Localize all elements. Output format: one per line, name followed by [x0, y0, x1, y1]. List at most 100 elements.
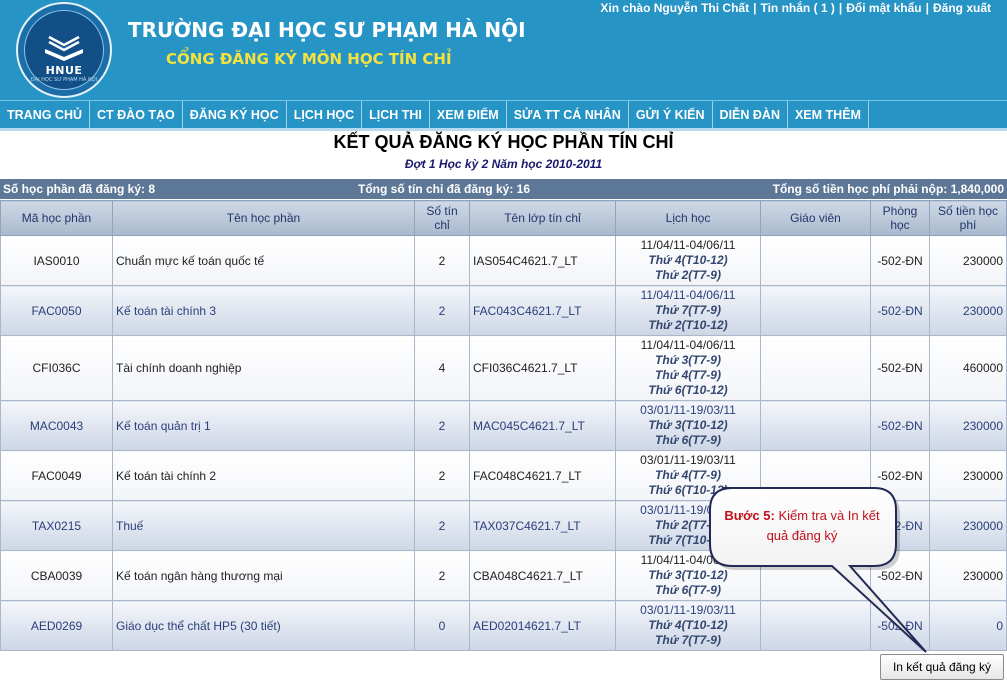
- course-code: AED0269: [0, 600, 113, 651]
- fee-total: Tổng số tiền học phí phải nộp: 1,840,000: [772, 182, 1004, 196]
- fee: 230000: [929, 550, 1007, 601]
- col-header: Tên lớp tín chỉ: [469, 200, 616, 236]
- course-credits: 2: [414, 450, 470, 501]
- table-row: IAS0010 Chuẩn mực kế toán quốc tế 2 IAS0…: [0, 235, 1007, 286]
- nav-edit-profile[interactable]: SỬA TT CÁ NHÂN: [507, 101, 629, 128]
- nav-curriculum[interactable]: CT ĐÀO TẠO: [90, 101, 183, 128]
- nav-exam-schedule[interactable]: LỊCH THI: [362, 101, 430, 128]
- main-nav: TRANG CHỦ CT ĐÀO TẠO ĐĂNG KÝ HỌC LỊCH HỌ…: [0, 100, 1007, 131]
- course-name: Tài chính doanh nghiệp: [112, 335, 415, 401]
- page-title: KẾT QUẢ ĐĂNG KÝ HỌC PHẦN TÍN CHỈ: [333, 132, 674, 152]
- header: HNUE ĐẠI HỌC SƯ PHẠM HÀ NỘI TRƯỜNG ĐẠI H…: [0, 0, 1007, 100]
- course-name: Kế toán tài chính 2: [112, 450, 415, 501]
- portal-name: CỔNG ĐĂNG KÝ MÔN HỌC TÍN CHỈ: [166, 50, 452, 68]
- class-name: FAC048C4621.7_LT: [469, 450, 616, 501]
- course-name: Thuế: [112, 500, 415, 551]
- schedule-day: Thứ 2(T10-12): [648, 318, 728, 332]
- schedule-day: Thứ 6(T10-12): [648, 383, 728, 397]
- nav-forum[interactable]: DIỄN ĐÀN: [713, 101, 788, 128]
- schedule-dates: 11/04/11-04/06/11: [640, 338, 736, 352]
- course-credits: 4: [414, 335, 470, 401]
- messages-link[interactable]: Tin nhắn ( 1 ): [760, 1, 834, 15]
- course-name: Kế toán ngân hàng thương mại: [112, 550, 415, 601]
- room: -502-ĐN: [870, 285, 930, 336]
- course-code: TAX0215: [0, 500, 113, 551]
- school-name: TRƯỜNG ĐẠI HỌC SƯ PHẠM HÀ NỘI: [128, 18, 526, 42]
- col-header: Số tiền học phí: [929, 200, 1007, 236]
- course-name: Giáo dục thể chất HP5 (30 tiết): [112, 600, 415, 651]
- fee: 460000: [929, 335, 1007, 401]
- col-header: Mã học phần: [0, 200, 113, 236]
- course-credits: 2: [414, 400, 470, 451]
- nav-grades[interactable]: XEM ĐIỂM: [430, 101, 507, 128]
- schedule-day: Thứ 3(T10-12): [648, 418, 728, 432]
- schedule-dates: 03/01/11-19/03/11: [640, 453, 736, 467]
- nav-registration[interactable]: ĐĂNG KÝ HỌC: [183, 101, 287, 128]
- course-credits: 2: [414, 235, 470, 286]
- user-links: Xin chào Nguyễn Thi Chất | Tin nhắn ( 1 ) |…: [600, 1, 991, 15]
- table-row: FAC0050 Kế toán tài chính 3 2 FAC043C462…: [0, 285, 1007, 336]
- school-logo[interactable]: HNUE ĐẠI HỌC SƯ PHẠM HÀ NỘI: [16, 2, 112, 98]
- teacher: [760, 335, 871, 401]
- table-row: CFI036C Tài chính doanh nghiệp 4 CFI036C…: [0, 335, 1007, 401]
- logout-link[interactable]: Đăng xuất: [933, 1, 991, 15]
- schedule-dates: 11/04/11-04/06/11: [640, 288, 736, 302]
- course-code: CBA0039: [0, 550, 113, 601]
- col-header: Lịch học: [615, 200, 761, 236]
- schedule-day: Thứ 4(T10-12): [648, 253, 728, 267]
- class-name: CFI036C4621.7_LT: [469, 335, 616, 401]
- page-subtitle: Đợt 1 Học kỳ 2 Năm học 2010-2011: [404, 157, 603, 171]
- course-name: Kế toán quản trị 1: [112, 400, 415, 451]
- class-name: IAS054C4621.7_LT: [469, 235, 616, 286]
- callout-text: Bước 5: Kiểm tra và In kết quả đăng ký: [713, 506, 891, 546]
- course-code: MAC0043: [0, 400, 113, 451]
- schedule: 11/04/11-04/06/11 Thứ 4(T10-12) Thứ 2(T7-9…: [615, 235, 761, 286]
- course-name: Kế toán tài chính 3: [112, 285, 415, 336]
- nav-more[interactable]: XEM THÊM: [788, 101, 869, 128]
- fee: 230000: [929, 500, 1007, 551]
- schedule-dates: 03/01/11-19/03/11: [640, 403, 736, 417]
- col-header: Phòng học: [870, 200, 930, 236]
- room: -502-ĐN: [870, 400, 930, 451]
- logo-text: HNUE: [45, 64, 83, 77]
- schedule-day: Thứ 4(T7-9): [655, 468, 721, 482]
- course-code: CFI036C: [0, 335, 113, 401]
- callout-description: Kiểm tra và In kết quả đăng ký: [766, 508, 880, 543]
- greeting-link[interactable]: Xin chào Nguyễn Thi Chất: [600, 1, 749, 15]
- course-count: Số học phần đã đăng ký: 8: [3, 182, 156, 196]
- fee: 0: [929, 600, 1007, 651]
- nav-class-schedule[interactable]: LỊCH HỌC: [287, 101, 363, 128]
- class-name: MAC045C4621.7_LT: [469, 400, 616, 451]
- course-code: FAC0050: [0, 285, 113, 336]
- room: -502-ĐN: [870, 335, 930, 401]
- course-code: FAC0049: [0, 450, 113, 501]
- course-credits: 0: [414, 600, 470, 651]
- fee: 230000: [929, 400, 1007, 451]
- schedule-day: Thứ 7(T7-9): [655, 303, 721, 317]
- logo-subtext: ĐẠI HỌC SƯ PHẠM HÀ NỘI: [30, 77, 98, 83]
- book-icon: [45, 35, 83, 61]
- logo-emblem: HNUE ĐẠI HỌC SƯ PHẠM HÀ NỘI: [24, 10, 104, 90]
- change-password-link[interactable]: Đổi mật khẩu: [846, 1, 921, 15]
- course-name: Chuẩn mực kế toán quốc tế: [112, 235, 415, 286]
- col-header: Số tín chỉ: [414, 200, 470, 236]
- course-credits: 2: [414, 550, 470, 601]
- course-credits: 2: [414, 500, 470, 551]
- schedule: 11/04/11-04/06/11 Thứ 3(T7-9) Thứ 4(T7-9) T…: [615, 335, 761, 401]
- teacher: [760, 235, 871, 286]
- class-name: AED02014621.7_LT: [469, 600, 616, 651]
- schedule-day: Thứ 2(T7-9): [655, 268, 721, 282]
- col-header: Giáo viên: [760, 200, 871, 236]
- course-code: IAS0010: [0, 235, 113, 286]
- class-name: TAX037C4621.7_LT: [469, 500, 616, 551]
- class-name: CBA048C4621.7_LT: [469, 550, 616, 601]
- schedule-day: Thứ 6(T7-9): [655, 433, 721, 447]
- print-results-button[interactable]: In kết quả đăng ký: [880, 654, 1004, 680]
- fee: 230000: [929, 285, 1007, 336]
- nav-feedback[interactable]: GỬI Ý KIẾN: [629, 101, 713, 128]
- callout-step: Bước 5:: [724, 508, 775, 523]
- schedule: 03/01/11-19/03/11 Thứ 3(T10-12) Thứ 6(T7-9…: [615, 400, 761, 451]
- table-header: Mã học phần Tên học phần Số tín chỉ Tên …: [0, 200, 1007, 236]
- table-row: MAC0043 Kế toán quản trị 1 2 MAC045C4621…: [0, 400, 1007, 451]
- nav-home[interactable]: TRANG CHỦ: [0, 101, 90, 128]
